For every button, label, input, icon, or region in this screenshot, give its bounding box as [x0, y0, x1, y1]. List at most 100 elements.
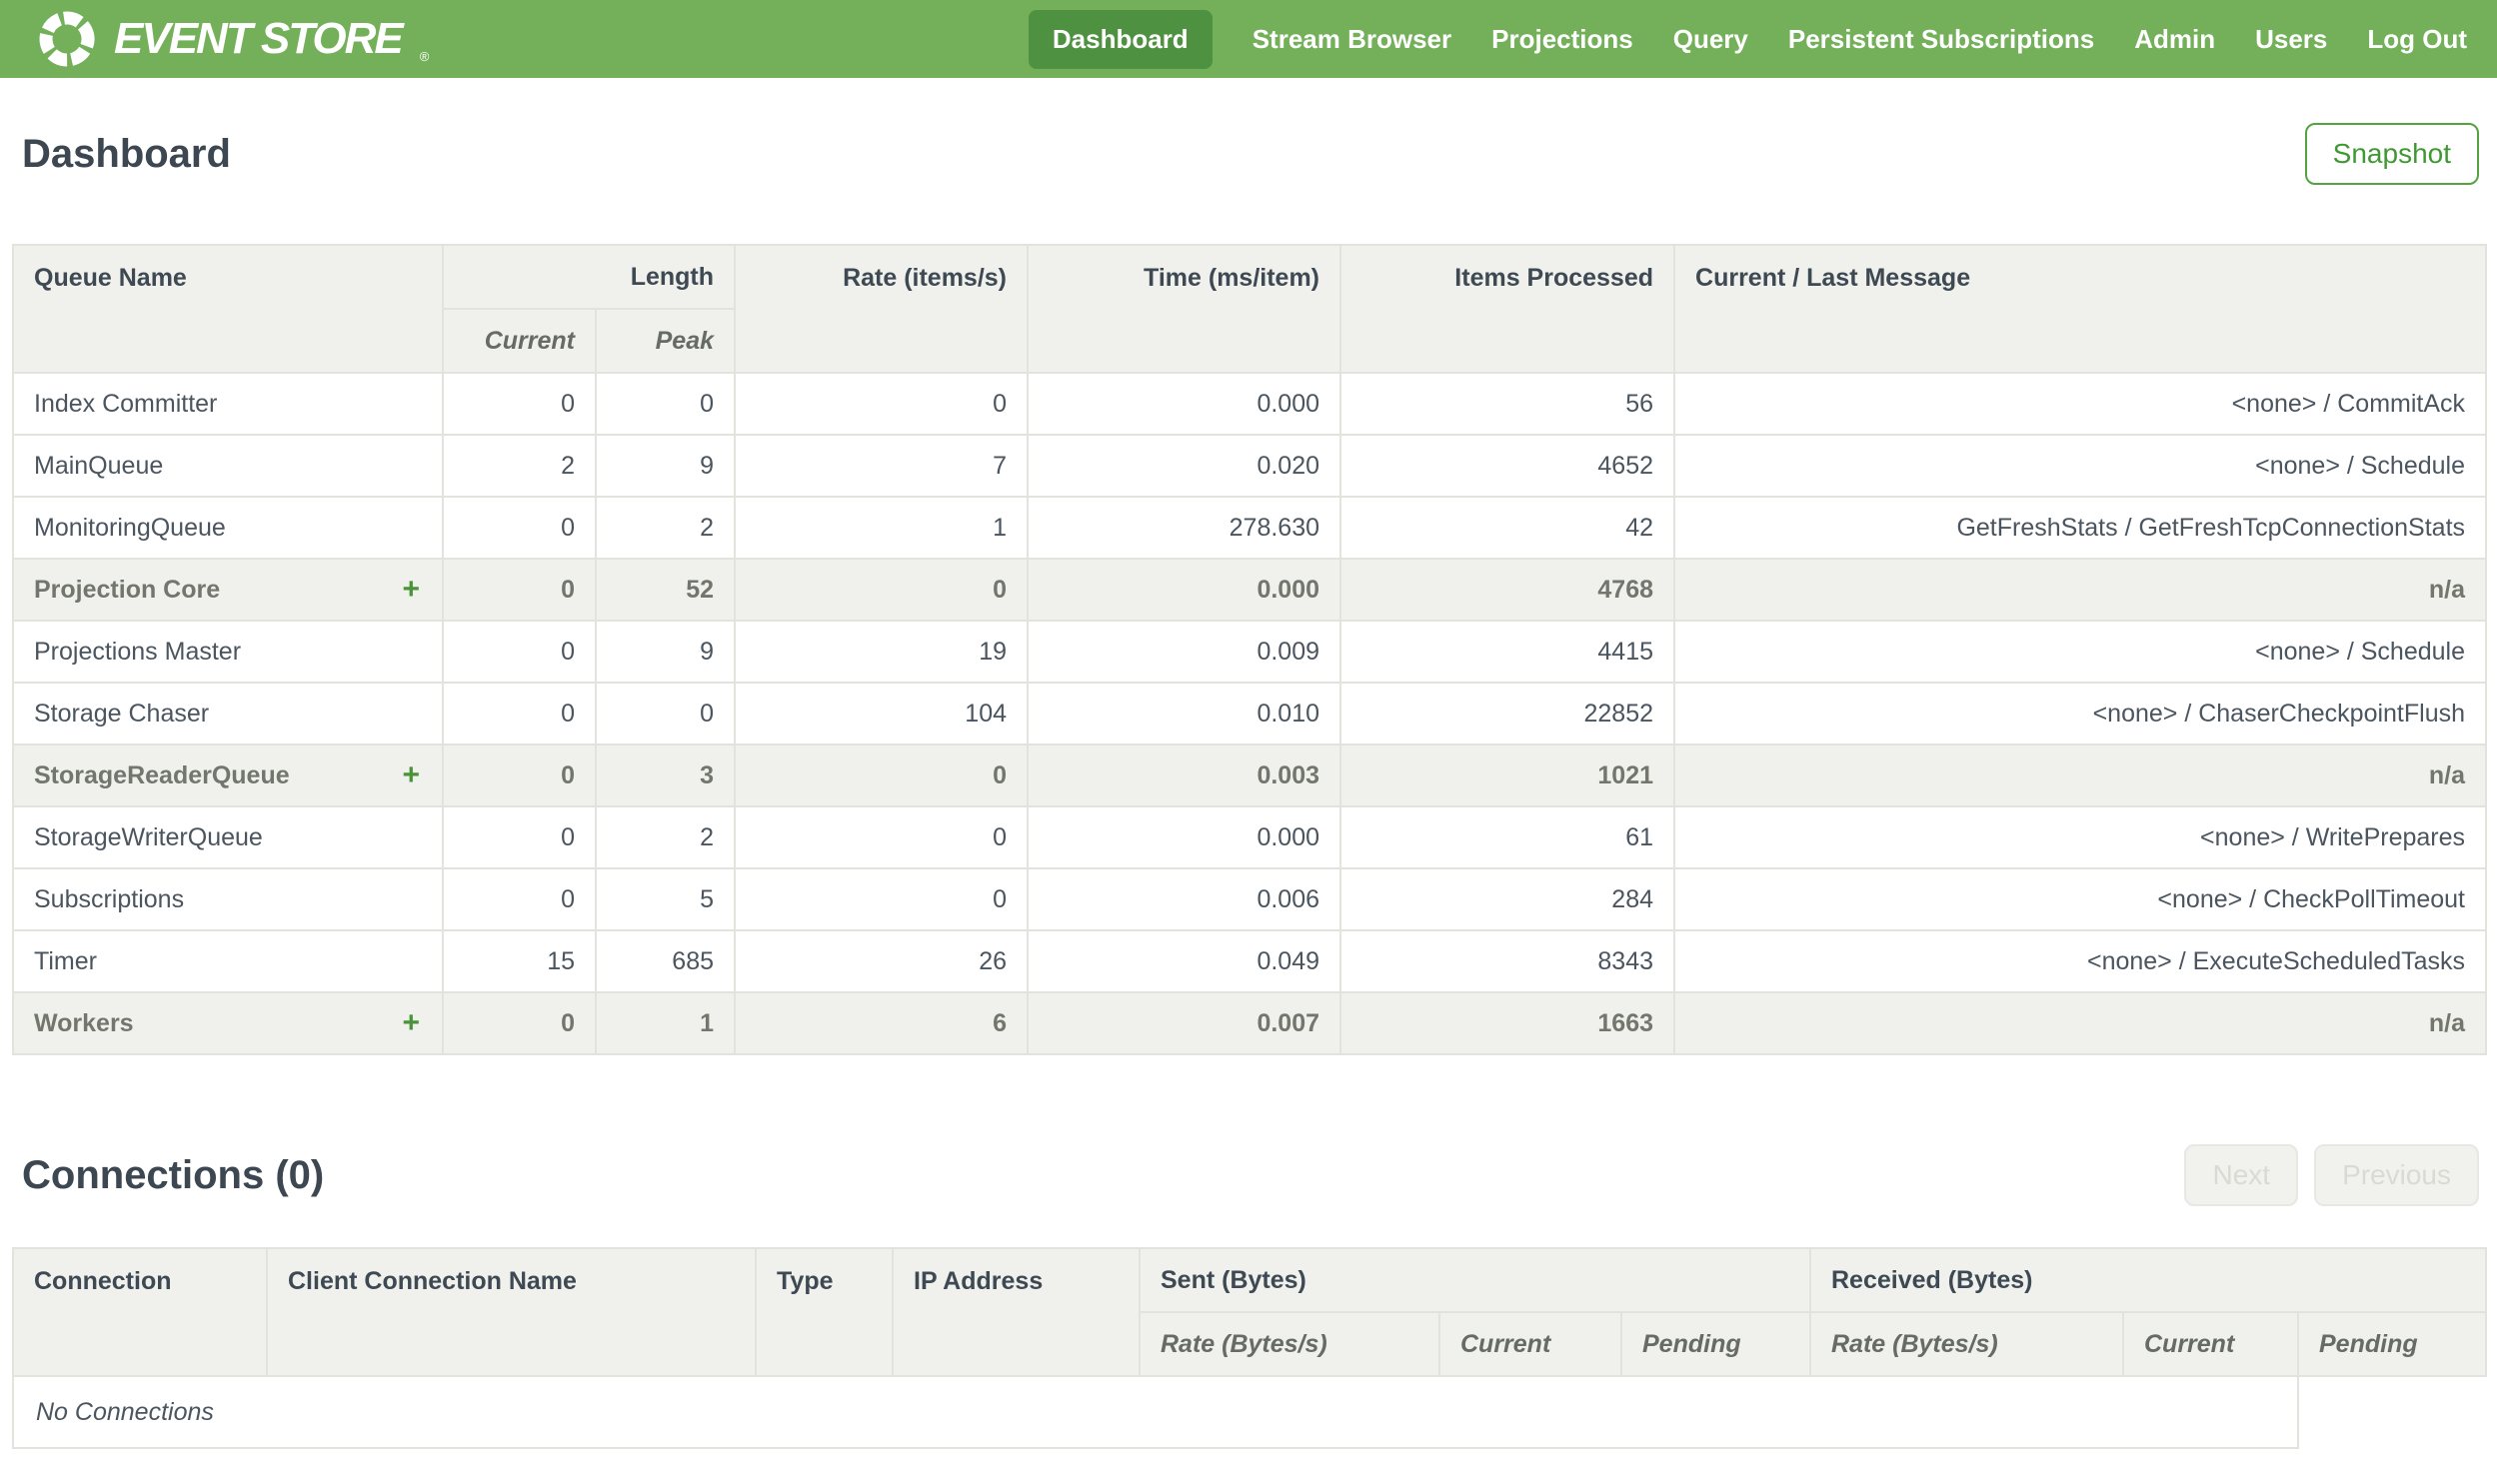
cell-current: 0	[442, 558, 597, 622]
queue-name: Storage Chaser	[34, 699, 210, 728]
queue-row-workers: Workers +0 1 6 0.007 1663 n/a	[12, 991, 2488, 1055]
snapshot-button[interactable]: Snapshot	[2304, 123, 2479, 185]
queue-row-monitoringqueue: MonitoringQueue 0 2 1 278.630 42 GetFreshStats…	[12, 496, 2488, 560]
no-connections-message: No Connections	[12, 1375, 2299, 1449]
cell-time: 0.020	[1027, 434, 1342, 498]
nav-item-users[interactable]: Users	[2255, 24, 2327, 55]
queue-name: Projections Master	[34, 637, 242, 666]
nav-item-log-out[interactable]: Log Out	[2367, 24, 2467, 55]
pager: Next Previous	[2184, 1144, 2479, 1206]
cell-message: <none> / Schedule	[1673, 620, 2488, 684]
col-sent-rate: Rate (Bytes/s)	[1139, 1311, 1440, 1377]
queue-name-cell: StorageWriterQueue	[12, 805, 444, 869]
queue-row-projection-core: Projection Core +0 52 0 0.000 4768 n/a	[12, 558, 2488, 622]
col-sent-pending: Pending	[1620, 1311, 1811, 1377]
cell-message: <none> / Schedule	[1673, 434, 2488, 498]
queue-row-storage-chaser: Storage Chaser 0 0 104 0.010 22852 <none> / Ch…	[12, 682, 2488, 745]
cell-items: 4652	[1339, 434, 1676, 498]
queue-name-cell: StorageReaderQueue +	[12, 743, 444, 807]
cell-time: 0.009	[1027, 620, 1342, 684]
cell-peak: 0	[594, 682, 737, 745]
col-received-current: Current	[2122, 1311, 2299, 1377]
no-connections-row: No Connections	[12, 1375, 2486, 1449]
navbar: EVENT STORE ® Dashboard Stream Browser Pro…	[0, 0, 2497, 78]
queue-row-timer: Timer 15 685 26 0.049 8343 <none> / ExecuteSch…	[12, 929, 2488, 993]
cell-message: n/a	[1673, 743, 2488, 807]
queue-name: Timer	[34, 946, 97, 975]
queue-row-index-committer: Index Committer 0 0 0 0.000 56 <none> / Commit…	[12, 372, 2488, 436]
nav-item-projections[interactable]: Projections	[1491, 24, 1633, 55]
registered-mark: ®	[419, 49, 430, 64]
cell-time: 0.007	[1027, 991, 1342, 1055]
cell-current: 2	[442, 434, 597, 498]
cell-peak: 52	[594, 558, 737, 622]
expand-plus-icon[interactable]: +	[402, 758, 420, 792]
queue-row-mainqueue: MainQueue 2 9 7 0.020 4652 <none> / Schedule	[12, 434, 2488, 498]
page-header: Dashboard Snapshot	[22, 122, 2479, 186]
col-length-current: Current	[442, 308, 597, 374]
nav-menu: Dashboard Stream Browser Projections Query P…	[1028, 9, 2467, 69]
cell-time: 0.000	[1027, 558, 1342, 622]
col-client-connection-name: Client Connection Name	[266, 1247, 757, 1377]
cell-current: 0	[442, 496, 597, 560]
cell-peak: 1	[594, 991, 737, 1055]
queue-name: Workers	[34, 1008, 134, 1037]
col-message: Current / Last Message	[1673, 244, 2488, 374]
queue-name-cell: Workers +	[12, 991, 444, 1055]
col-received-bytes: Received (Bytes)	[1808, 1247, 2488, 1313]
cell-current: 0	[442, 805, 597, 869]
cell-time: 278.630	[1027, 496, 1342, 560]
cell-message: n/a	[1673, 991, 2488, 1055]
connections-title: Connections (0)	[22, 1152, 325, 1197]
col-rate: Rate (items/s)	[734, 244, 1030, 374]
queue-name-cell: Projection Core +	[12, 558, 444, 622]
nav-item-persistent-subscriptions[interactable]: Persistent Subscriptions	[1788, 24, 2094, 55]
cell-peak: 685	[594, 929, 737, 993]
col-type: Type	[755, 1247, 894, 1377]
queue-row-subscriptions: Subscriptions 0 5 0 0.006 284 <none> / CheckPo…	[12, 867, 2488, 931]
cell-peak: 9	[594, 434, 737, 498]
connections-header: Connections (0) Next Previous	[22, 1143, 2479, 1207]
nav-item-dashboard[interactable]: Dashboard	[1028, 9, 1213, 69]
cell-time: 0.006	[1027, 867, 1342, 931]
next-button[interactable]: Next	[2184, 1144, 2299, 1206]
cell-message: <none> / CheckPollTimeout	[1673, 867, 2488, 931]
col-items-processed: Items Processed	[1339, 244, 1676, 374]
col-length: Length	[441, 244, 737, 310]
queue-row-projections-master: Projections Master 0 9 19 0.009 4415 <none> / …	[12, 620, 2488, 684]
queue-name-cell: Storage Chaser	[12, 682, 444, 745]
previous-button[interactable]: Previous	[2314, 1144, 2479, 1206]
queue-name-cell: MainQueue	[12, 434, 444, 498]
cell-current: 15	[442, 929, 597, 993]
cell-rate: 0	[734, 558, 1030, 622]
queue-name: MainQueue	[34, 451, 164, 480]
queue-name: StorageWriterQueue	[34, 822, 263, 851]
queues-table: Queue Name Length Rate (items/s) Time (m…	[12, 244, 2488, 1055]
cell-current: 0	[442, 372, 597, 436]
col-ip-address: IP Address	[892, 1247, 1141, 1377]
nav-item-stream-browser[interactable]: Stream Browser	[1252, 24, 1451, 55]
cell-current: 0	[442, 867, 597, 931]
expand-plus-icon[interactable]: +	[402, 573, 420, 607]
cell-items: 61	[1339, 805, 1676, 869]
cell-rate: 0	[734, 805, 1030, 869]
queue-row-storagewriterqueue: StorageWriterQueue 0 2 0 0.000 61 <none> / Wri…	[12, 805, 2488, 869]
nav-item-query[interactable]: Query	[1673, 24, 1748, 55]
cell-items: 8343	[1339, 929, 1676, 993]
col-received-rate: Rate (Bytes/s)	[1809, 1311, 2124, 1377]
nav-item-admin[interactable]: Admin	[2134, 24, 2215, 55]
expand-plus-icon[interactable]: +	[402, 1006, 420, 1040]
cell-time: 0.000	[1027, 372, 1342, 436]
cell-time: 0.010	[1027, 682, 1342, 745]
queue-name: Projection Core	[34, 575, 221, 604]
cell-items: 4768	[1339, 558, 1676, 622]
col-connection: Connection	[12, 1247, 268, 1377]
cell-peak: 5	[594, 867, 737, 931]
cell-peak: 0	[594, 372, 737, 436]
connections-table: Connection Client Connection Name Type I…	[12, 1247, 2488, 1449]
cell-peak: 2	[594, 805, 737, 869]
cell-current: 0	[442, 682, 597, 745]
queues-table-header: Queue Name Length Rate (items/s) Time (m…	[12, 244, 2488, 374]
cell-items: 22852	[1339, 682, 1676, 745]
cell-items: 1021	[1339, 743, 1676, 807]
